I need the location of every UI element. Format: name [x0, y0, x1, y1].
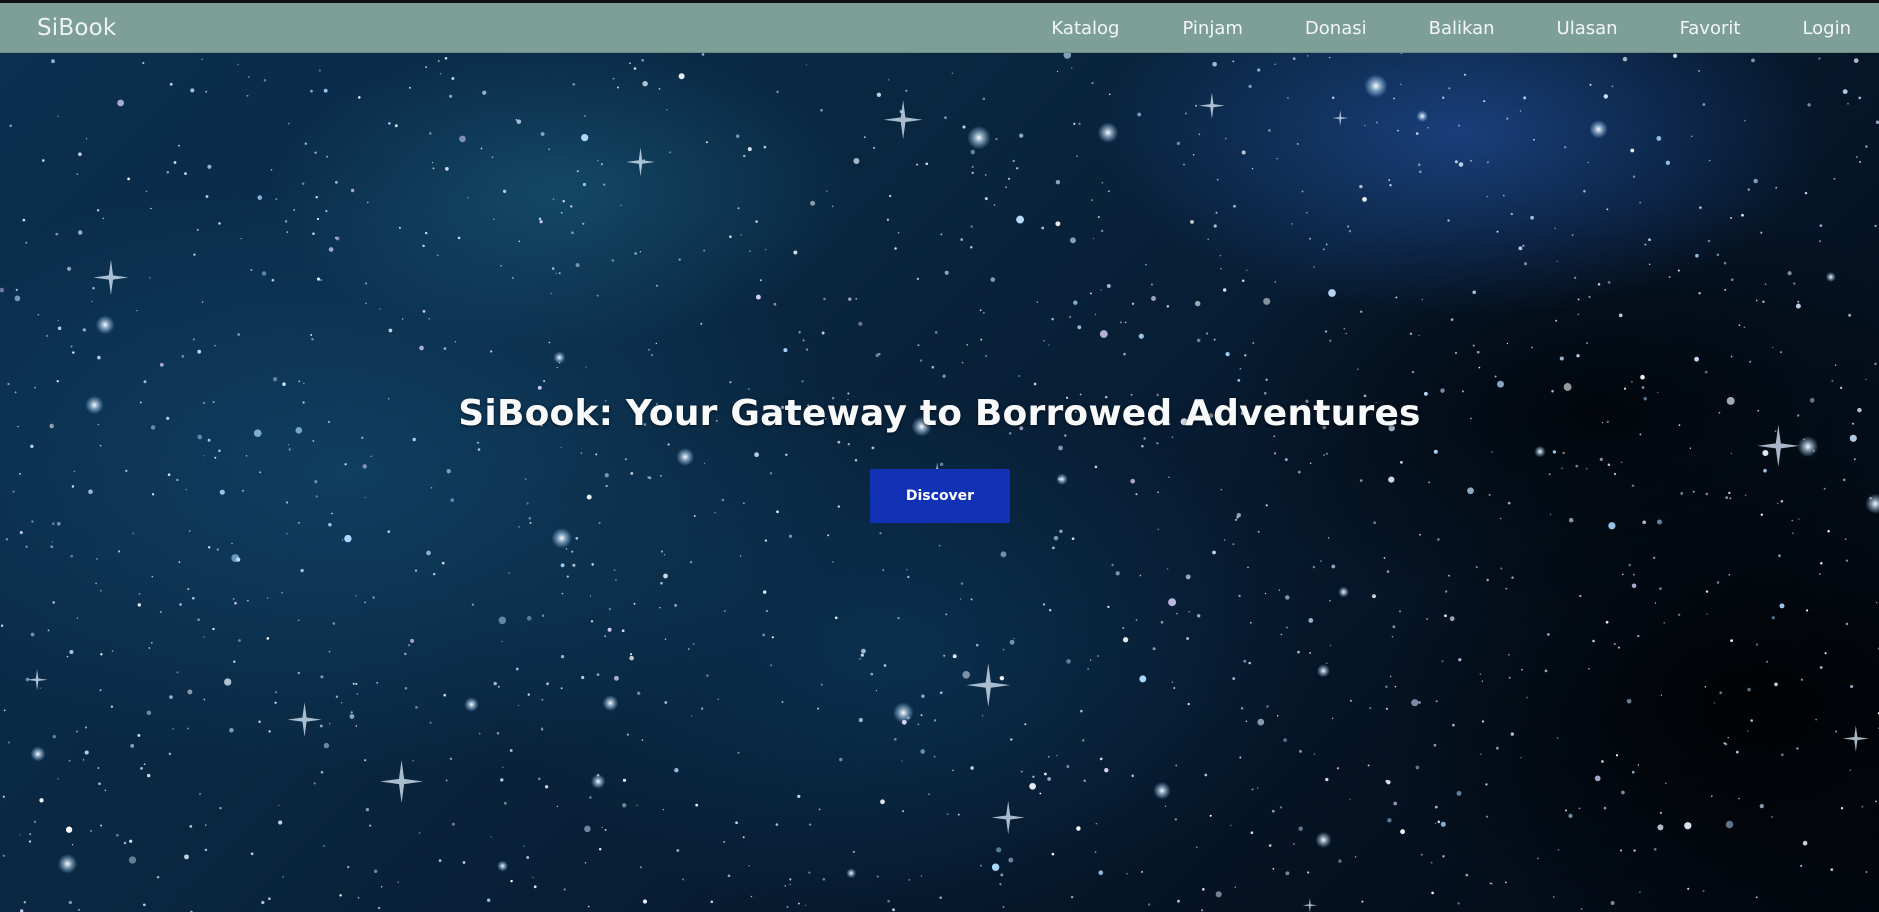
hero-title: SiBook: Your Gateway to Borrowed Adventu… [458, 393, 1421, 434]
nav-link-balikan[interactable]: Balikan [1429, 18, 1495, 39]
nav-link-ulasan[interactable]: Ulasan [1557, 18, 1618, 39]
page: SiBook Katalog Pinjam Donasi Balikan Ula… [0, 0, 1879, 912]
nav-link-favorit[interactable]: Favorit [1680, 18, 1741, 39]
nav-link-pinjam[interactable]: Pinjam [1182, 18, 1242, 39]
navbar: SiBook Katalog Pinjam Donasi Balikan Ula… [0, 3, 1879, 53]
hero-section: SiBook: Your Gateway to Borrowed Adventu… [0, 53, 1879, 912]
nav-link-donasi[interactable]: Donasi [1305, 18, 1367, 39]
nav-link-katalog[interactable]: Katalog [1051, 18, 1119, 39]
brand-logo-link[interactable]: SiBook [37, 15, 116, 41]
discover-button[interactable]: Discover [870, 469, 1010, 523]
nav-link-login[interactable]: Login [1802, 18, 1851, 39]
nav-links: Katalog Pinjam Donasi Balikan Ulasan Fav… [1051, 3, 1879, 53]
